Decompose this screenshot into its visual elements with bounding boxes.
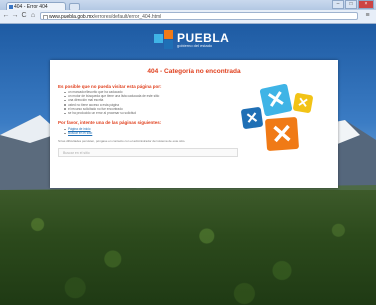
reasons-list: un marcador/favorito que ha caducado un …	[64, 90, 159, 115]
links-list: Página de inicio Buscar en el sitio	[64, 127, 92, 135]
logo-square-orange	[164, 30, 173, 39]
search-input[interactable]: Buscar en el sitio	[58, 148, 238, 157]
logo-square-cyan	[154, 34, 163, 43]
window-controls: – □ ×	[332, 0, 374, 9]
page-icon	[43, 15, 48, 19]
x-icon: ✕	[259, 83, 293, 117]
list-item: se ha producido un error al procesar su …	[64, 111, 159, 115]
favicon-icon	[9, 5, 13, 9]
footnote-text: Si las dificultades persisten, póngase e…	[58, 139, 186, 143]
forest-image	[0, 190, 376, 305]
close-window-button[interactable]: ×	[358, 0, 374, 9]
logo-tagline: gobierno del estado	[177, 43, 213, 48]
x-icon: ✕	[240, 106, 264, 130]
menu-icon[interactable]: ≡	[363, 12, 372, 20]
reload-button[interactable]: C	[20, 12, 28, 20]
x-icon: ✕	[264, 116, 300, 152]
x-icon: ✕	[292, 92, 314, 114]
tab-strip: 404 - Error 404 × – □ ×	[0, 0, 376, 11]
home-button[interactable]: ⌂	[29, 12, 37, 20]
address-bar[interactable]: www.puebla.gob.mx/errores/default/error_…	[40, 12, 358, 20]
try-heading: Por favor, intente una de las páginas si…	[58, 120, 162, 125]
page-title: 404 - Categoría no encontrada	[147, 68, 241, 75]
url-path: /errores/default/error_404.html	[93, 14, 162, 20]
back-button[interactable]: ←	[2, 12, 10, 20]
url-host: www.puebla.gob.mx	[49, 14, 94, 20]
logo-square-blue	[164, 40, 173, 49]
error-card: 404 - Categoría no encontrada Es posible…	[50, 60, 338, 188]
minimize-button[interactable]: –	[332, 0, 344, 9]
tab-close-button[interactable]: ×	[65, 3, 66, 10]
browser-tab[interactable]: 404 - Error 404 ×	[6, 2, 66, 10]
search-link[interactable]: Buscar en el sitio	[64, 131, 92, 135]
reasons-heading: Es posible que no pueda visitar esta pág…	[58, 84, 162, 89]
decorative-boxes: ✕ ✕ ✕ ✕	[220, 78, 330, 153]
maximize-button[interactable]: □	[345, 0, 357, 9]
browser-toolbar: ← → C ⌂ www.puebla.gob.mx/errores/defaul…	[0, 10, 376, 24]
puebla-logo[interactable]: PUEBLA gobierno del estado	[152, 30, 232, 50]
forward-button[interactable]: →	[11, 12, 19, 20]
